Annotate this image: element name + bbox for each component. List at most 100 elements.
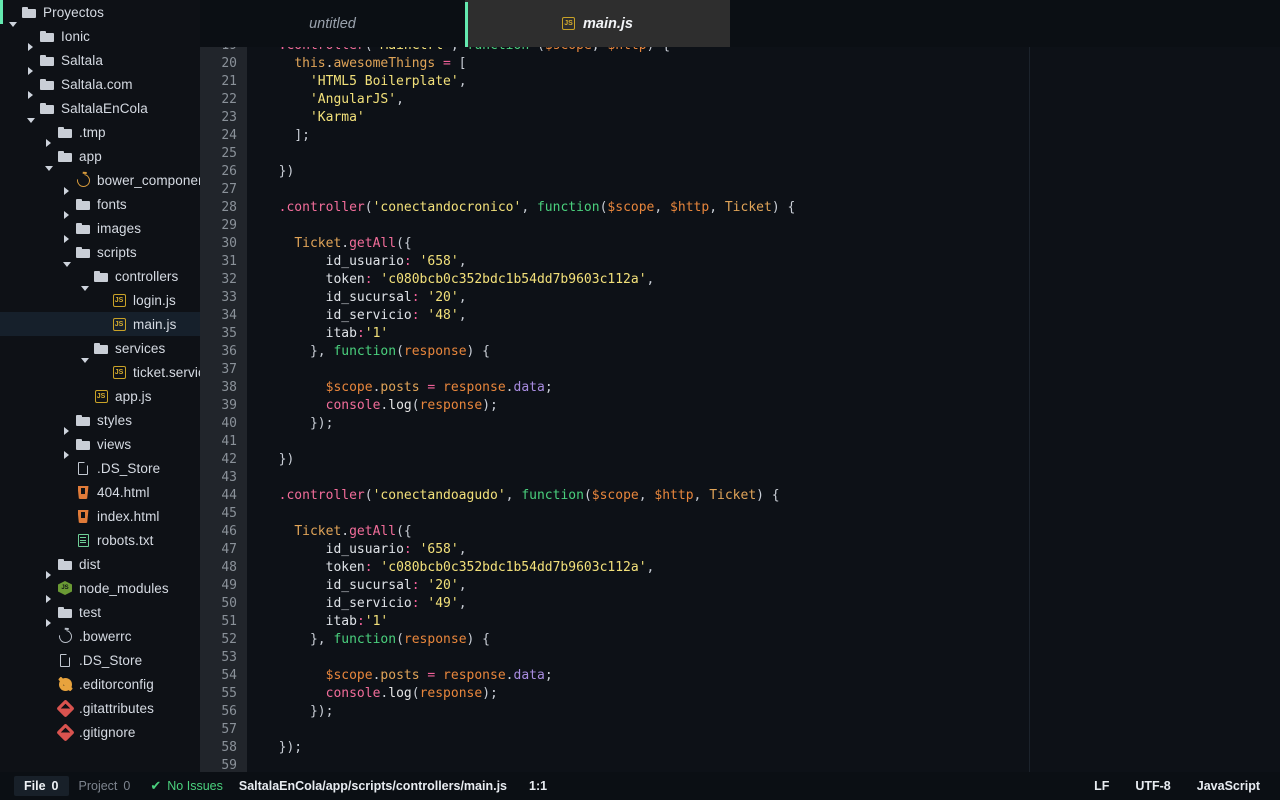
line-number: 42 [221,452,237,467]
js-file-icon: JS [110,288,128,312]
line-number: 55 [221,686,237,701]
line-number: 32 [221,272,237,287]
tree-item-index-html[interactable]: index.html [0,504,200,528]
tree-item-label: node_modules [79,580,169,596]
line-number: 36 [221,344,237,359]
tree-item-scripts[interactable]: scripts [0,240,200,267]
tree-item-styles[interactable]: styles [0,408,200,435]
tree-item-services[interactable]: services [0,336,200,363]
tree-item-ionic[interactable]: Ionic [0,24,200,51]
split-right-pane[interactable] [1029,47,1280,772]
line-number: 19 [200,47,247,55]
folder-icon [38,72,56,96]
tree-item-node-modules[interactable]: JS node_modules [0,576,200,603]
folder-icon [74,432,92,456]
status-encoding[interactable]: UTF-8 [1135,779,1170,793]
line-number: 30 [221,236,237,251]
line-number: 44 [221,488,237,503]
tree-item-label: .DS_Store [79,652,143,668]
status-bar: File 0 Project 0 ✔ No Issues SaltalaEnCo… [0,772,1280,800]
tree-item-app-js[interactable]: JS app.js [0,384,200,408]
tree-item-test[interactable]: test [0,600,200,627]
line-number: 33 [221,290,237,305]
line-number: 34 [221,308,237,323]
tree-item-dist[interactable]: dist [0,552,200,579]
status-line-ending[interactable]: LF [1094,779,1109,793]
tree-item-proyectos[interactable]: Proyectos [0,0,200,27]
code-area[interactable]: 1920 21 22 23 24 25 26 27 28 29 30 31 32 33 34 35 36 37 38… [200,47,1280,772]
tree-item-label: Saltala.com [61,76,133,92]
tree-item--ds-store[interactable]: .DS_Store [0,648,200,672]
editor-column: untitled JS main.js 1920 21 22 23 24 25 26 27 28 29… [200,0,1280,772]
tree-item-label: robots.txt [97,532,154,548]
tree-item-images[interactable]: images [0,216,200,243]
bower-icon [73,168,93,192]
status-issues-label: No Issues [167,779,223,793]
tree-item-label: SaltalaEnCola [61,100,148,116]
file-icon [74,456,92,480]
folder-icon [20,0,38,24]
tree-item-main-js[interactable]: JS main.js [0,312,200,336]
tree-item-saltala-com[interactable]: Saltala.com [0,72,200,99]
status-issues[interactable]: ✔ No Issues [140,775,233,797]
tree-item-label: index.html [97,508,160,524]
tree-item-label: main.js [133,316,177,332]
line-number-gutter: 1920 21 22 23 24 25 26 27 28 29 30 31 32 33 34 35 36 37 38… [200,47,247,772]
status-left-group: File 0 Project 0 ✔ No Issues SaltalaEnCo… [14,775,547,797]
tree-item-label: .gitattributes [79,700,154,716]
tree-item-views[interactable]: views [0,432,200,459]
tree-item-robots-txt[interactable]: robots.txt [0,528,200,552]
line-number: 40 [221,416,237,431]
status-cursor-position: 1:1 [529,779,548,793]
tree-item-label: Saltala [61,52,103,68]
folder-icon [38,48,56,72]
tree-item-404-html[interactable]: 404.html [0,480,200,504]
tree-item--bowerrc[interactable]: .bowerrc [0,624,200,648]
folder-icon [38,96,56,120]
tree-item--ds-store[interactable]: .DS_Store [0,456,200,480]
js-file-icon: JS [92,384,110,408]
tree-item-saltala[interactable]: Saltala [0,48,200,75]
tree-item--tmp[interactable]: .tmp [0,120,200,147]
tree-item-label: bower_components [97,172,200,188]
tree-item--editorconfig[interactable]: .editorconfig [0,672,200,696]
status-file-path: SaltalaEnCola/app/scripts/controllers/ma… [238,779,507,793]
tree-item--gitattributes[interactable]: .gitattributes [0,696,200,720]
tree-item-label: dist [79,556,101,572]
line-number: 20 [221,56,237,71]
line-number: 39 [221,398,237,413]
file-icon [56,648,74,672]
line-number: 27 [221,182,237,197]
tree-item-saltalaencola[interactable]: SaltalaEnCola [0,96,200,123]
tree-item-label: 404.html [97,484,150,500]
tree-item-app[interactable]: app [0,144,200,171]
status-language[interactable]: JavaScript [1197,779,1260,793]
pane-divider[interactable] [1029,47,1030,772]
tree-item-login-js[interactable]: JS login.js [0,288,200,312]
line-number: 29 [221,218,237,233]
folder-icon [56,120,74,144]
tree-item-label: Proyectos [43,4,104,20]
text-icon [74,528,92,552]
tree-item-label: fonts [97,196,127,212]
folder-icon [56,552,74,576]
tree-item--gitignore[interactable]: .gitignore [0,720,200,744]
tab-bar[interactable]: untitled JS main.js [200,0,1280,47]
tree-item-label: controllers [115,268,179,284]
tree-item-controllers[interactable]: controllers [0,264,200,291]
tab-main-js[interactable]: JS main.js [465,0,730,47]
line-number: 21 [221,74,237,89]
tab-untitled[interactable]: untitled [200,0,465,47]
tree-item-bower-components[interactable]: bower_components [0,168,200,195]
tab-label: main.js [583,15,633,32]
tree-item-ticket-service-js[interactable]: JS ticket.service.js [0,360,200,384]
tree-item-label: app [79,148,102,164]
tree-item-fonts[interactable]: fonts [0,192,200,219]
folder-icon [74,408,92,432]
status-project-count[interactable]: Project 0 [69,776,141,796]
project-tree-sidebar[interactable]: Proyectos Ionic Saltala Saltala.com SaltalaE… [0,0,200,772]
status-file-count[interactable]: File 0 [14,776,69,796]
line-number: 47 [221,542,237,557]
folder-icon [74,216,92,240]
tree-item-label: views [97,436,132,452]
